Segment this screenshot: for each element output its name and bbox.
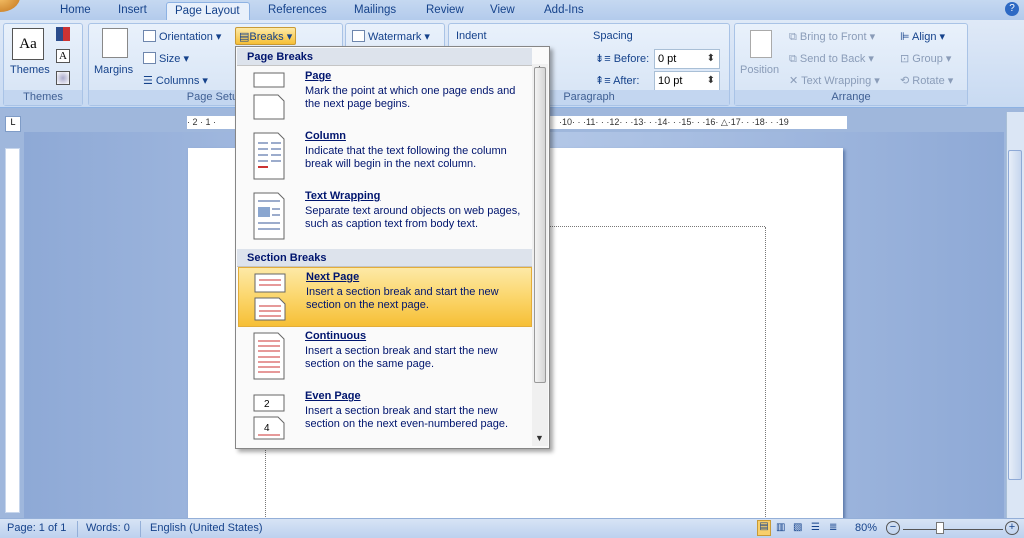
spacing-after-input[interactable]: 10 pt	[654, 71, 720, 91]
watermark-button[interactable]: Watermark ▾	[352, 30, 430, 43]
office-button[interactable]	[0, 0, 20, 12]
page-breaks-header: Page Breaks	[237, 48, 532, 66]
menu-item-page-break[interactable]: Page Mark the point at which one page en…	[238, 67, 532, 127]
size-icon	[143, 52, 156, 64]
even-page-break-icon: 24	[253, 394, 285, 440]
text-wrapping-icon: ✕	[789, 75, 802, 87]
svg-text:4: 4	[264, 423, 270, 434]
menu-scroll-thumb[interactable]	[534, 67, 546, 383]
spacing-after-icon: ⇞≡	[595, 75, 611, 87]
tab-add-ins[interactable]: Add-Ins	[536, 2, 592, 20]
full-screen-reading-icon[interactable]: ▥	[776, 522, 785, 533]
orientation-icon	[143, 30, 156, 42]
theme-colors-icon[interactable]	[56, 27, 70, 41]
tab-home[interactable]: Home	[52, 2, 99, 20]
word-count[interactable]: Words: 0	[86, 522, 130, 534]
position-button[interactable]: Position	[740, 64, 779, 76]
next-page-break-icon	[254, 273, 286, 321]
menu-item-column-break[interactable]: Column Indicate that the text following …	[238, 127, 532, 187]
menu-item-even-page[interactable]: 24 Even Page Insert a section break and …	[238, 387, 532, 447]
theme-fonts-icon[interactable]: A	[56, 49, 70, 63]
zoom-in-icon[interactable]: +	[1005, 521, 1019, 535]
indent-label: Indent	[456, 30, 487, 42]
status-bar: Page: 1 of 1 Words: 0 English (United St…	[0, 518, 1024, 538]
spacing-before-icon: ⇟≡	[595, 53, 611, 65]
themes-group-label: Themes	[4, 90, 82, 105]
spacing-after-label: ⇞≡ After:	[595, 75, 640, 87]
arrange-group-label: Arrange	[735, 90, 967, 105]
ribbon-tab-bar: Home Insert Page Layout References Maili…	[0, 0, 1024, 20]
draft-view-icon[interactable]: ≣	[829, 522, 837, 533]
align-button[interactable]: ⊫ Align ▾	[900, 30, 945, 43]
themes-group: Aa Themes A Themes	[3, 23, 83, 106]
tab-insert[interactable]: Insert	[110, 2, 155, 20]
group-button[interactable]: ⊡ Group ▾	[900, 52, 951, 65]
orientation-button[interactable]: Orientation ▾	[143, 30, 221, 43]
right-margin-guide	[765, 227, 766, 527]
vertical-ruler[interactable]	[5, 148, 20, 513]
svg-text:2: 2	[264, 399, 270, 410]
text-wrapping-button[interactable]: ✕ Text Wrapping ▾	[789, 74, 880, 87]
scrollbar-thumb[interactable]	[1008, 150, 1022, 480]
themes-button[interactable]: Themes	[10, 64, 50, 76]
breaks-button[interactable]: ▤Breaks ▾	[235, 27, 297, 45]
ruler-right-ticks: ·10· · ·11· · ·12· · ·13· · ·14· · ·15· …	[559, 117, 789, 127]
menu-scroll-down-icon[interactable]: ▼	[535, 433, 544, 443]
continuous-break-icon	[253, 332, 285, 380]
breaks-icon: ▤	[239, 31, 250, 43]
size-button[interactable]: Size ▾	[143, 52, 189, 65]
tab-page-layout[interactable]: Page Layout	[166, 2, 250, 20]
spacing-before-label: ⇟≡ Before:	[595, 53, 650, 65]
themes-icon[interactable]: Aa	[12, 28, 44, 60]
menu-item-continuous[interactable]: Continuous Insert a section break and st…	[238, 327, 532, 387]
position-icon[interactable]	[750, 30, 772, 58]
tab-references[interactable]: References	[260, 2, 335, 20]
tab-mailings[interactable]: Mailings	[346, 2, 404, 20]
ruler-left-ticks: · 2 · 1 ·	[187, 117, 217, 127]
send-to-back-button[interactable]: ⧉ Send to Back ▾	[789, 52, 874, 66]
tab-view[interactable]: View	[482, 2, 523, 20]
tab-review[interactable]: Review	[418, 2, 472, 20]
top-margin-guide	[518, 226, 765, 227]
zoom-slider[interactable]	[903, 529, 1003, 530]
spacing-before-input[interactable]: 0 pt	[654, 49, 720, 69]
menu-item-text-wrapping-break[interactable]: Text Wrapping Separate text around objec…	[238, 187, 532, 247]
rotate-icon: ⟲	[900, 75, 913, 87]
align-icon: ⊫	[900, 31, 913, 43]
column-break-icon	[253, 132, 285, 180]
help-icon[interactable]: ?	[1005, 2, 1019, 16]
outline-view-icon[interactable]: ☰	[811, 522, 820, 533]
margins-icon[interactable]	[102, 28, 128, 58]
zoom-out-icon[interactable]: −	[886, 521, 900, 535]
print-layout-view-icon[interactable]: ▤	[757, 520, 771, 536]
text-wrapping-break-icon	[253, 192, 285, 240]
watermark-icon	[352, 30, 365, 42]
tab-selector[interactable]: L	[5, 116, 21, 132]
arrange-group: Position ⧉ Bring to Front ▾ ⧉ Send to Ba…	[734, 23, 968, 106]
columns-icon: ☰	[143, 75, 156, 87]
zoom-slider-thumb[interactable]	[936, 522, 944, 534]
bring-to-front-icon: ⧉	[789, 31, 800, 43]
spacing-label: Spacing	[593, 30, 633, 42]
columns-button[interactable]: ☰ Columns ▾	[143, 74, 208, 87]
menu-item-next-page[interactable]: Next Page Insert a section break and sta…	[238, 267, 532, 327]
bring-to-front-button[interactable]: ⧉ Bring to Front ▾	[789, 30, 875, 44]
section-breaks-header: Section Breaks	[237, 249, 532, 267]
breaks-dropdown-menu: Page Breaks Page Mark the point at which…	[235, 46, 550, 449]
web-layout-icon[interactable]: ▧	[793, 522, 802, 533]
group-icon: ⊡	[900, 53, 913, 65]
send-to-back-icon: ⧉	[789, 53, 800, 65]
page-count[interactable]: Page: 1 of 1	[7, 522, 66, 534]
language-indicator[interactable]: English (United States)	[150, 522, 263, 534]
page-break-icon	[253, 72, 285, 120]
margins-button[interactable]: Margins	[94, 64, 133, 76]
zoom-level[interactable]: 80%	[855, 522, 877, 534]
rotate-button[interactable]: ⟲ Rotate ▾	[900, 74, 953, 87]
theme-effects-icon[interactable]	[56, 71, 70, 85]
